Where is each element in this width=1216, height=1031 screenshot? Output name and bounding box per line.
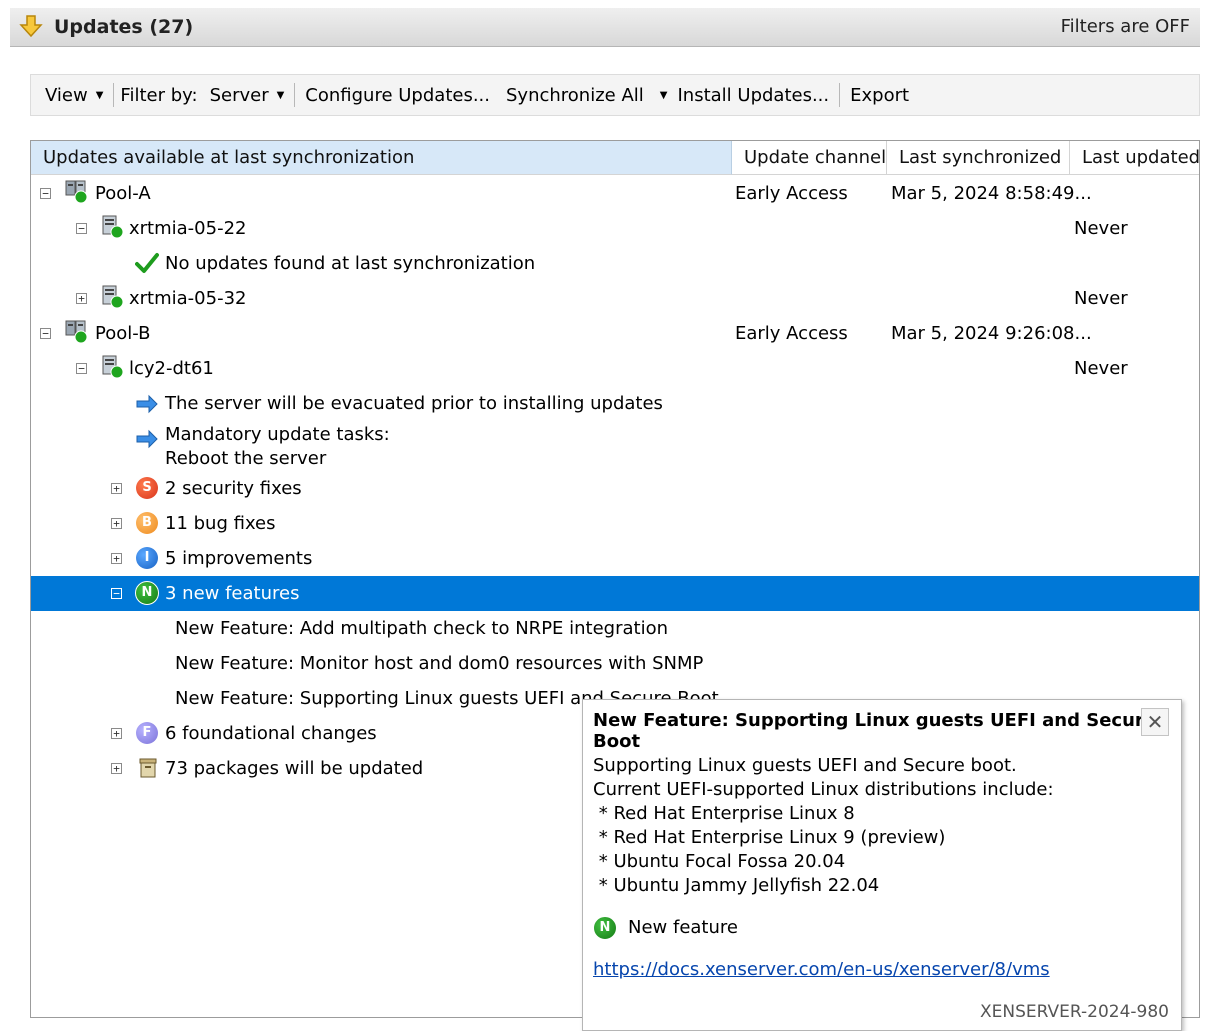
page-title: Updates (27) [54, 16, 194, 38]
close-icon[interactable]: ✕ [1141, 708, 1169, 736]
update-channel: Early Access [735, 323, 848, 344]
toolbar: View ▼ Filter by: Server ▼ Configure Updat… [30, 74, 1200, 116]
popup-description: Supporting Linux guests UEFI and Secure … [593, 754, 1054, 898]
collapse-toggle[interactable]: − [76, 363, 87, 374]
chevron-down-icon: ▼ [276, 89, 285, 101]
updates-header: Updates (27) Filters are OFF [10, 8, 1200, 47]
tree-label: 11 bug fixes [165, 513, 276, 534]
popup-line: * Red Hat Enterprise Linux 9 (preview) [593, 827, 946, 848]
checkmark-icon [135, 253, 159, 273]
popup-title: New Feature: Supporting Linux guests UEF… [593, 710, 1156, 752]
last-updated: Never [1074, 288, 1128, 309]
tree-label: 6 foundational changes [165, 723, 377, 744]
new-feature-badge-icon: N [593, 916, 617, 940]
tree-row-info[interactable]: Mandatory update tasks: Reboot the serve… [31, 421, 1199, 471]
info-arrow-icon [136, 394, 158, 414]
install-updates-dropdown[interactable]: ▼ Install Updates... [652, 85, 837, 106]
expand-toggle[interactable]: + [111, 553, 122, 564]
popup-line: * Ubuntu Focal Fossa 20.04 [593, 851, 846, 872]
tree-label: 3 new features [165, 583, 300, 604]
tree-row-pool-a[interactable]: − Pool-A Early Access Mar 5, 2024 8:58:4… [31, 176, 1199, 211]
tree-row-category[interactable]: + S 2 security fixes [31, 471, 1199, 506]
chevron-down-icon: ▼ [659, 89, 668, 101]
popup-line: Supporting Linux guests UEFI and Secure … [593, 755, 1017, 776]
tree-label: Pool-A [95, 183, 151, 204]
toolbar-divider [839, 83, 841, 107]
expand-toggle[interactable]: + [111, 483, 122, 494]
package-icon [139, 758, 157, 778]
view-dropdown[interactable]: View ▼ [37, 85, 111, 106]
new-feature-badge-icon: N [135, 581, 159, 605]
tree-label: Reboot the server [165, 448, 327, 469]
last-synchronized: Mar 5, 2024 9:26:08... [891, 323, 1092, 344]
tree-label: Pool-B [95, 323, 151, 344]
tree-label: New Feature: Add multipath check to NRPE… [175, 618, 669, 639]
popup-line: Current UEFI-supported Linux distributio… [593, 779, 1054, 800]
security-badge-icon: S [136, 477, 158, 499]
toolbar-divider [113, 83, 115, 107]
tree-row-host[interactable]: − xrtmia-05-22 Never [31, 211, 1199, 246]
bug-badge-icon: B [136, 512, 158, 534]
expand-toggle[interactable]: + [76, 293, 87, 304]
tree-row-pool-b[interactable]: − Pool-B Early Access Mar 5, 2024 9:26:0… [31, 316, 1199, 351]
chevron-down-icon: ▼ [95, 89, 104, 101]
collapse-toggle[interactable]: − [40, 328, 51, 339]
last-updated: Never [1074, 358, 1128, 379]
tree-label: xrtmia-05-32 [129, 288, 247, 309]
filters-status: Filters are OFF [1060, 16, 1190, 37]
column-header-last-synchronized[interactable]: Last synchronized [887, 141, 1070, 175]
filter-by-label: Filter by: [120, 84, 198, 106]
pool-icon [65, 180, 88, 204]
tree-row-category[interactable]: + I 5 improvements [31, 541, 1199, 576]
tree-label: lcy2-dt61 [129, 358, 214, 379]
expand-toggle[interactable]: + [111, 763, 122, 774]
tree-row-info[interactable]: The server will be evacuated prior to in… [31, 386, 1199, 421]
server-icon [102, 355, 124, 379]
export-button[interactable]: Export [842, 85, 917, 106]
popup-line: * Ubuntu Jammy Jellyfish 22.04 [593, 875, 880, 896]
update-details-popup: New Feature: Supporting Linux guests UEF… [582, 699, 1182, 1031]
tree-row-status[interactable]: No updates found at last synchronization [31, 246, 1199, 281]
tree-label: 73 packages will be updated [165, 758, 424, 779]
tree-label: No updates found at last synchronization [165, 253, 536, 274]
tree-label: Mandatory update tasks: [165, 424, 390, 445]
last-updated: Never [1074, 218, 1128, 239]
tree-row-feature[interactable]: New Feature: Monitor host and dom0 resou… [31, 646, 1199, 681]
column-header-updates[interactable]: Updates available at last synchronizatio… [31, 141, 732, 175]
expand-toggle[interactable]: + [111, 728, 122, 739]
column-header-channel[interactable]: Update channel [732, 141, 887, 175]
update-channel: Early Access [735, 183, 848, 204]
collapse-toggle[interactable]: − [76, 223, 87, 234]
documentation-link[interactable]: https://docs.xenserver.com/en-us/xenserv… [593, 959, 1050, 980]
tree-label: 2 security fixes [165, 478, 302, 499]
tree-label: xrtmia-05-22 [129, 218, 247, 239]
info-arrow-icon [136, 429, 158, 449]
tree-label: 5 improvements [165, 548, 313, 569]
server-filter-dropdown[interactable]: Server ▼ [202, 85, 293, 106]
collapse-toggle[interactable]: − [40, 188, 51, 199]
down-arrow-icon [19, 15, 43, 38]
collapse-toggle[interactable]: − [111, 588, 122, 599]
server-icon [102, 215, 124, 239]
tree-row-category[interactable]: + B 11 bug fixes [31, 506, 1199, 541]
popup-line: * Red Hat Enterprise Linux 8 [593, 803, 855, 824]
foundational-badge-icon: F [136, 722, 158, 744]
synchronize-all-button[interactable]: Synchronize All [498, 85, 652, 106]
tree-label: New Feature: Monitor host and dom0 resou… [175, 653, 704, 674]
tree-row-host[interactable]: + xrtmia-05-32 Never [31, 281, 1199, 316]
tree-label: The server will be evacuated prior to in… [165, 393, 663, 414]
server-icon [102, 285, 124, 309]
tree-row-category-selected[interactable]: − N 3 new features [31, 576, 1199, 611]
column-header-last-updated[interactable]: Last updated [1070, 141, 1199, 175]
popup-type-label: New feature [628, 917, 738, 938]
tree-row-feature[interactable]: New Feature: Add multipath check to NRPE… [31, 611, 1199, 646]
configure-updates-button[interactable]: Configure Updates... [297, 85, 498, 106]
update-id: XENSERVER-2024-980 [980, 1002, 1169, 1022]
toolbar-divider [294, 83, 296, 107]
expand-toggle[interactable]: + [111, 518, 122, 529]
tree-row-host[interactable]: − lcy2-dt61 Never [31, 351, 1199, 386]
last-synchronized: Mar 5, 2024 8:58:49... [891, 183, 1092, 204]
improvement-badge-icon: I [136, 547, 158, 569]
pool-icon [65, 320, 88, 344]
